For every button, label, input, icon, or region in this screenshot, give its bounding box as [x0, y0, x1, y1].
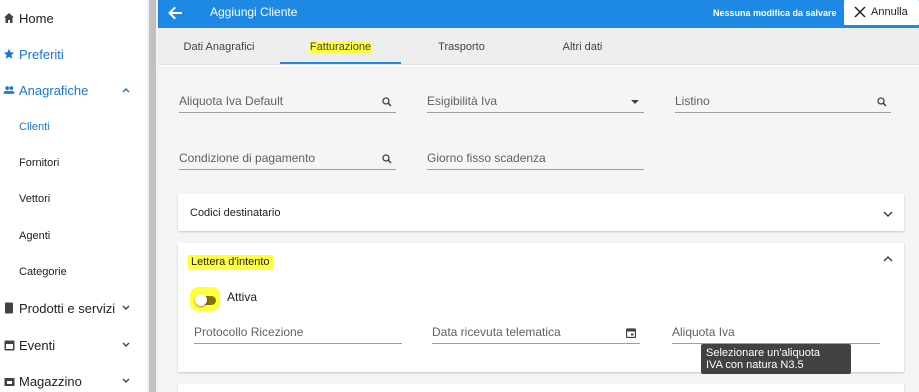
- listino-field[interactable]: Listino: [675, 91, 891, 113]
- sidebar-item-label: Fornitori: [19, 157, 60, 169]
- field-placeholder: Aliquota Iva: [672, 325, 735, 339]
- sidebar-item-fornitori[interactable]: Fornitori: [0, 145, 147, 181]
- search-icon: [877, 97, 887, 107]
- tooltip-line: Selezionare un'aliquota: [706, 347, 821, 359]
- page-title: Aggiungi Cliente: [210, 5, 298, 19]
- tab-fatturazione[interactable]: Fatturazione: [280, 28, 401, 65]
- sidebar-item-label: Vettori: [19, 193, 51, 205]
- chevron-down-icon: [121, 376, 131, 386]
- giorno-fisso-scadenza-field[interactable]: Giorno fisso scadenza: [427, 148, 644, 170]
- book-icon: [3, 302, 15, 314]
- scrollbar-thumb[interactable]: [149, 0, 156, 392]
- arrow-left-icon: [168, 6, 182, 20]
- panel-title: Lettera d'intento: [188, 255, 273, 269]
- calendar-icon: [3, 339, 15, 351]
- cancel-button-label: Annulla: [871, 6, 908, 18]
- sidebar-item-clienti[interactable]: Clienti: [0, 109, 147, 145]
- sidebar-item-anagrafiche[interactable]: Anagrafiche: [0, 72, 147, 108]
- sidebar-item-home[interactable]: Home: [0, 0, 147, 36]
- chevron-up-icon: [121, 85, 131, 95]
- field-placeholder: Giorno fisso scadenza: [427, 151, 546, 165]
- chevron-up-icon: [883, 255, 893, 262]
- toggle-label: Attiva: [227, 290, 258, 304]
- panel-title: Codici destinatario: [190, 207, 281, 219]
- sidebar-scrollbar[interactable]: [147, 0, 158, 392]
- tab-label: Altri dati: [562, 40, 603, 53]
- search-icon: [382, 154, 392, 164]
- cancel-button[interactable]: Annulla: [844, 0, 919, 25]
- sidebar-item-magazzino[interactable]: Magazzino: [0, 363, 147, 392]
- tab-label: Trasporto: [438, 40, 485, 53]
- toggle-knob: [195, 294, 207, 306]
- active-tab-indicator: [280, 62, 401, 64]
- attiva-toggle[interactable]: [195, 294, 217, 306]
- protocollo-ricezione-field[interactable]: Protocollo Ricezione: [194, 322, 402, 344]
- codici-destinatario-panel[interactable]: Codici destinatario: [178, 194, 904, 231]
- star-icon: [3, 48, 15, 60]
- field-placeholder: Listino: [675, 94, 710, 108]
- sidebar-item-label: Prodotti e servizi: [19, 300, 116, 316]
- field-placeholder: Esigibilità Iva: [427, 94, 498, 108]
- sidebar-item-label: Magazzino: [19, 373, 82, 389]
- sidebar-item-label: Categorie: [19, 266, 67, 278]
- chevron-down-icon: [121, 303, 131, 313]
- sidebar-item-categorie[interactable]: Categorie: [0, 254, 147, 290]
- app-header: Aggiungi Cliente Nessuna modifica da sal…: [158, 0, 919, 28]
- field-placeholder: Aliquota Iva Default: [179, 94, 284, 108]
- home-icon: [3, 12, 15, 24]
- people-icon: [3, 84, 15, 96]
- search-icon: [382, 97, 392, 107]
- next-panel: [178, 384, 904, 392]
- tab-label: Dati Anagrafici: [183, 40, 255, 53]
- field-placeholder: Data ricevuta telematica: [432, 325, 561, 339]
- sidebar-item-label: Clienti: [19, 121, 50, 133]
- sidebar-item-label: Home: [19, 10, 54, 26]
- sidebar-item-vettori[interactable]: Vettori: [0, 181, 147, 217]
- save-status: Nessuna modifica da salvare: [713, 8, 837, 18]
- sidebar-item-prodotti-servizi[interactable]: Prodotti e servizi: [0, 290, 147, 326]
- sidebar-item-eventi[interactable]: Eventi: [0, 327, 147, 363]
- sidebar-item-label: Preferiti: [19, 46, 64, 62]
- aliquota-tooltip: Selezionare un'aliquota IVA con natura N…: [701, 344, 851, 374]
- tab-altri-dati[interactable]: Altri dati: [522, 28, 643, 65]
- condizione-pagamento-field[interactable]: Condizione di pagamento: [179, 148, 396, 170]
- warehouse-icon: [3, 375, 15, 387]
- dropdown-arrow-icon: [631, 100, 639, 104]
- tab-label: Fatturazione: [309, 40, 372, 53]
- tooltip-line: IVA con natura N3.5: [706, 359, 804, 371]
- calendar-icon: [626, 328, 636, 338]
- esigibilita-iva-select[interactable]: Esigibilità Iva: [427, 91, 644, 113]
- field-placeholder: Condizione di pagamento: [179, 151, 316, 165]
- sidebar-item-label: Anagrafiche: [19, 82, 89, 98]
- sidebar-item-label: Agenti: [19, 230, 51, 242]
- chevron-down-icon: [121, 340, 131, 350]
- sidebar: Home Preferiti Anagrafiche Clienti Forni…: [0, 0, 147, 392]
- sidebar-item-label: Eventi: [19, 337, 56, 353]
- tab-dati-anagrafici[interactable]: Dati Anagrafici: [158, 28, 280, 65]
- close-icon: [854, 6, 866, 18]
- sidebar-item-agenti[interactable]: Agenti: [0, 218, 147, 254]
- aliquota-iva-field[interactable]: Aliquota Iva: [672, 322, 880, 344]
- field-placeholder: Protocollo Ricezione: [194, 325, 304, 339]
- sidebar-item-preferiti[interactable]: Preferiti: [0, 36, 147, 72]
- data-ricevuta-telematica-field[interactable]: Data ricevuta telematica: [432, 322, 640, 344]
- back-button[interactable]: [166, 4, 184, 22]
- chevron-down-icon: [883, 211, 893, 218]
- aliquota-iva-default-field[interactable]: Aliquota Iva Default: [179, 91, 396, 113]
- tab-bar: Dati Anagrafici Fatturazione Trasporto A…: [158, 28, 919, 65]
- tab-trasporto[interactable]: Trasporto: [401, 28, 522, 65]
